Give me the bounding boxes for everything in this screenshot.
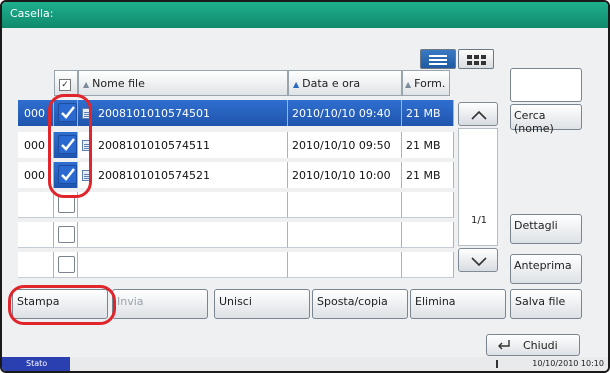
clock: 10/10/2010 10:10 (532, 359, 604, 368)
document-icon (82, 140, 92, 151)
search-box[interactable] (510, 68, 582, 102)
list-view-toggle[interactable] (420, 49, 456, 69)
preview-button[interactable]: Anteprima (510, 254, 582, 284)
file-size: 21 MB (402, 132, 454, 158)
sort-icon: ▲ (405, 80, 412, 89)
row-checkbox[interactable] (54, 100, 78, 126)
document-icon (82, 108, 92, 119)
status-bar: Stato 10/10/2010 10:10 (2, 357, 608, 371)
column-header-date[interactable]: ▲ Data e ora (288, 70, 402, 96)
table-row[interactable]: 000 2008101010574521 2010/10/10 10:00 21… (18, 162, 454, 188)
document-icon (82, 170, 92, 181)
checked-icon (58, 165, 77, 184)
row-number: 000 (18, 132, 54, 158)
file-date: 2010/10/10 09:50 (288, 132, 402, 158)
row-number: 000 (18, 100, 54, 126)
checked-icon (58, 135, 77, 154)
scroll-track[interactable]: 1/1 (458, 128, 498, 246)
file-name: 2008101010574511 (78, 132, 288, 158)
file-size: 21 MB (402, 100, 454, 126)
app-window: Casella: ✓ ▲ Nome file ▲ Data e ora ▲ Form.… (0, 0, 610, 373)
join-button[interactable]: Unisci (214, 289, 310, 319)
table-row-empty (18, 252, 454, 278)
scroll-down-button[interactable] (458, 248, 498, 272)
close-button[interactable]: Chiudi (486, 334, 580, 356)
row-checkbox[interactable] (54, 252, 78, 278)
close-label: Chiudi (523, 339, 558, 352)
save-file-button[interactable]: Salva file (510, 289, 582, 319)
checked-icon (58, 103, 77, 122)
row-checkbox[interactable] (54, 222, 78, 248)
print-button[interactable]: Stampa (12, 289, 108, 319)
search-by-name-button[interactable]: Cerca (nome) (510, 104, 582, 135)
table-row-empty (18, 222, 454, 248)
status-button[interactable]: Stato (2, 357, 70, 371)
table-row-empty (18, 192, 454, 218)
move-copy-button[interactable]: Sposta/copia (312, 289, 408, 319)
window-title: Casella: (2, 2, 608, 28)
unchecked-icon (58, 196, 75, 213)
file-name: 2008101010574501 (78, 100, 288, 126)
unchecked-icon (58, 256, 75, 273)
file-date: 2010/10/10 10:00 (288, 162, 402, 188)
table-row[interactable]: 000 2008101010574501 2010/10/10 09:40 21… (18, 100, 454, 126)
delete-button[interactable]: Elimina (410, 289, 506, 319)
row-checkbox[interactable] (54, 192, 78, 218)
scroll-up-button[interactable] (458, 102, 498, 126)
file-date: 2010/10/10 09:40 (288, 100, 402, 126)
sort-active-icon: ▲ (293, 80, 300, 89)
column-header-name[interactable]: ▲ Nome file (78, 70, 288, 96)
sort-icon: ▲ (83, 80, 90, 89)
send-button[interactable]: Invia (112, 289, 208, 319)
select-all-checkbox[interactable]: ✓ (59, 79, 71, 91)
row-checkbox[interactable] (54, 132, 78, 158)
row-checkbox[interactable] (54, 162, 78, 188)
table-row[interactable]: 000 2008101010574511 2010/10/10 09:50 21… (18, 132, 454, 158)
activity-icon (496, 360, 498, 368)
thumbnail-view-toggle[interactable] (458, 49, 494, 69)
column-header-format[interactable]: ▲ Form. (402, 70, 450, 96)
file-name: 2008101010574521 (78, 162, 288, 188)
row-number: 000 (18, 162, 54, 188)
page-indicator: 1/1 (470, 215, 488, 226)
list-scrollbar: 1/1 (454, 100, 504, 274)
return-icon (498, 340, 510, 350)
unchecked-icon (58, 226, 75, 243)
file-size: 21 MB (402, 162, 454, 188)
details-button[interactable]: Dettagli (510, 214, 582, 244)
select-all-header[interactable]: ✓ (54, 70, 78, 96)
